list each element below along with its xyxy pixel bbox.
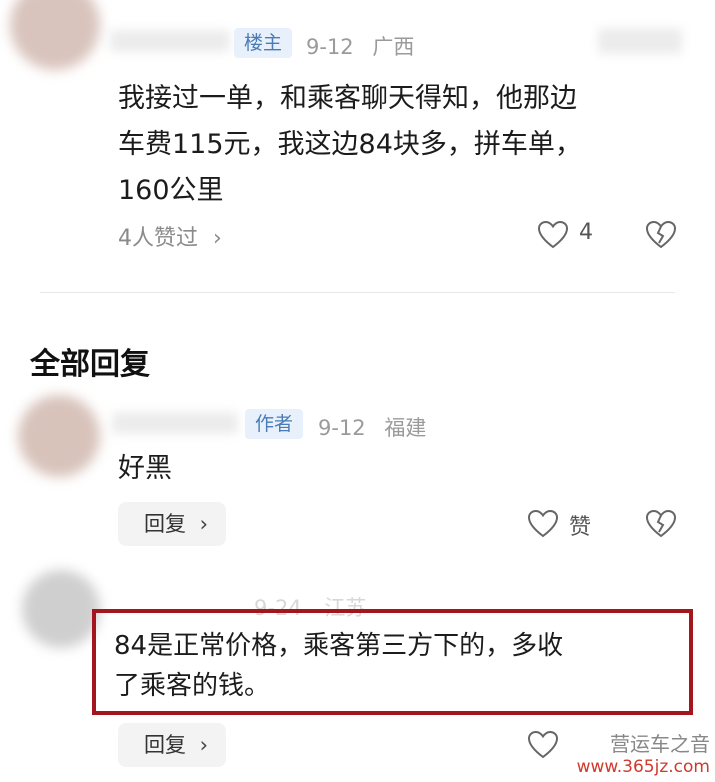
reply-date: 9-12 bbox=[318, 416, 366, 440]
post-line: 车费115元，我这边84块多，拼车单， bbox=[118, 129, 582, 160]
section-title: 全部回复 bbox=[30, 347, 150, 382]
reply-line: 84是正常价格，乘客第三方下的，多收 bbox=[114, 631, 564, 661]
op-badge: 楼主 bbox=[234, 28, 293, 58]
like-icon[interactable] bbox=[527, 509, 559, 539]
reply-username[interactable] bbox=[112, 412, 238, 434]
chevron-right-icon: › bbox=[199, 512, 208, 536]
post-meta: 9-12 广西 bbox=[306, 31, 426, 61]
reply-text: 84是正常价格，乘客第三方下的，多收 了乘客的钱。 bbox=[114, 626, 684, 706]
dislike-icon[interactable] bbox=[645, 220, 677, 250]
watermark-text: 营运车之音 bbox=[610, 732, 710, 756]
section-divider bbox=[40, 292, 675, 293]
dislike-icon[interactable] bbox=[645, 509, 677, 539]
post-like-count: 4 bbox=[579, 220, 593, 245]
likers-label: 4人赞过 bbox=[118, 226, 198, 251]
reply-button-label: 回复 bbox=[144, 512, 186, 536]
reply-text: 好黑 bbox=[118, 453, 172, 484]
like-icon[interactable] bbox=[537, 220, 569, 250]
reply-location: 福建 bbox=[384, 416, 427, 440]
post-username[interactable] bbox=[110, 30, 230, 52]
post-body: 我接过一单，和乘客聊天得知，他那边 车费115元，我这边84块多，拼车单， 16… bbox=[118, 76, 698, 214]
reply-avatar[interactable] bbox=[22, 570, 100, 648]
reply-avatar[interactable] bbox=[18, 395, 100, 477]
chevron-right-icon: › bbox=[199, 733, 208, 757]
chevron-right-icon: › bbox=[213, 226, 222, 251]
reply-button[interactable]: 回复 › bbox=[118, 502, 226, 546]
reply-like-label: 赞 bbox=[569, 515, 592, 540]
post-line: 我接过一单，和乘客聊天得知，他那边 bbox=[118, 83, 577, 114]
post-top-right-blur bbox=[598, 28, 682, 54]
post-avatar[interactable] bbox=[10, 0, 100, 70]
watermark-url: www.365jz.com bbox=[576, 757, 710, 777]
author-badge: 作者 bbox=[245, 409, 304, 439]
watermark: 营运车之音 www.365jz.com bbox=[570, 728, 710, 777]
reply-line: 了乘客的钱。 bbox=[114, 671, 271, 701]
likers-link[interactable]: 4人赞过 › bbox=[118, 220, 222, 252]
post-line: 160公里 bbox=[118, 175, 224, 206]
reply-button-label: 回复 bbox=[144, 733, 186, 757]
reply-meta: 9-12 福建 bbox=[318, 412, 438, 442]
like-icon[interactable] bbox=[527, 730, 559, 760]
post-date: 9-12 bbox=[306, 35, 354, 59]
reply-button[interactable]: 回复 › bbox=[118, 723, 226, 767]
post-location: 广西 bbox=[372, 35, 415, 59]
